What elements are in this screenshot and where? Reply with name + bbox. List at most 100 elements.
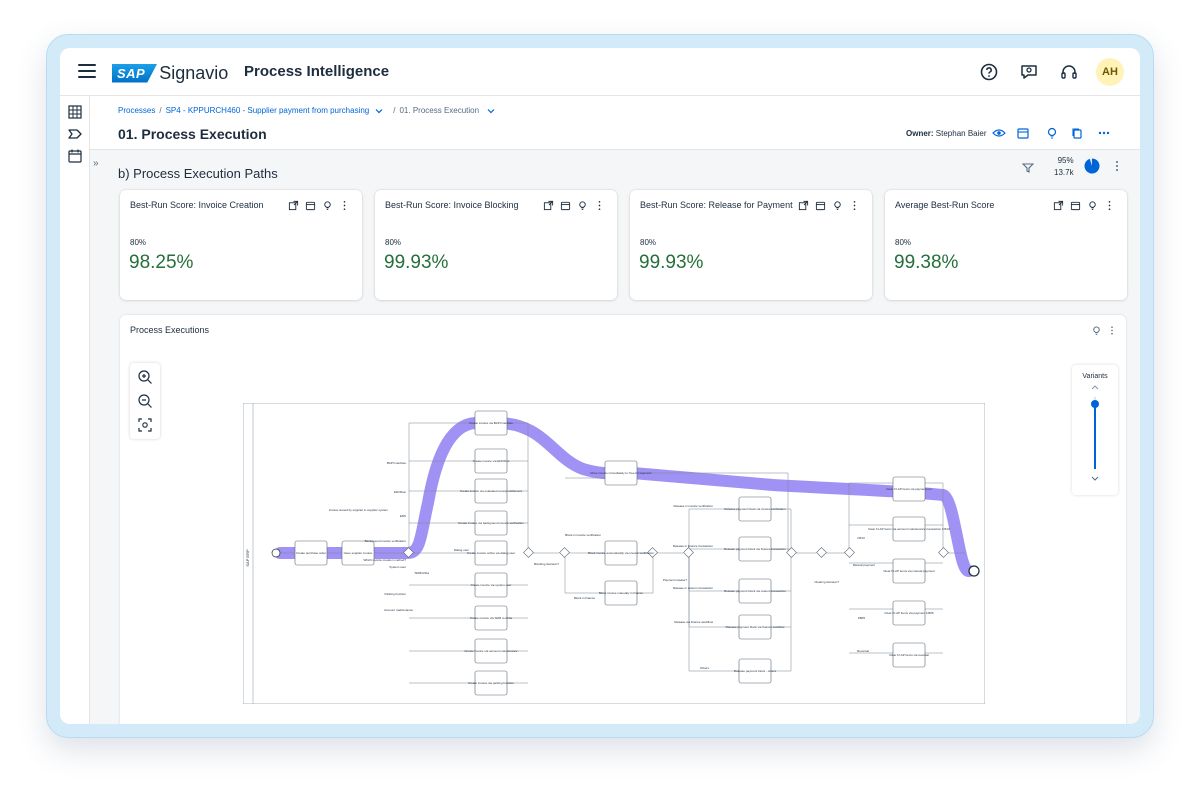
- lightbulb-icon[interactable]: [577, 200, 588, 211]
- share-icon[interactable]: [1053, 200, 1064, 211]
- edge-label: Clearing decision?: [814, 580, 839, 584]
- task-label: Clear FI-AP items via account maintenanc…: [868, 527, 950, 531]
- eye-icon[interactable]: [992, 126, 1006, 140]
- schedule-icon[interactable]: [815, 200, 826, 211]
- lightbulb-icon[interactable]: [1091, 325, 1102, 336]
- kpi-card-title: Best-Run Score: Invoice Creation: [130, 200, 264, 210]
- chevron-down-icon[interactable]: [1090, 475, 1100, 483]
- task-label: Create purchase order: [296, 551, 326, 555]
- task-label: Release payment block via finance transa…: [724, 547, 786, 551]
- breadcrumb-separator: /: [393, 106, 396, 115]
- lightbulb-icon[interactable]: [1087, 200, 1098, 211]
- kpi-card[interactable]: Best-Run Score: Invoice Creation 80% 98.…: [120, 190, 362, 300]
- edge-label: Background invoice verification: [365, 539, 407, 543]
- lightbulb-icon[interactable]: [1045, 126, 1059, 140]
- task-label: Release payment block via finance workfl…: [726, 625, 786, 629]
- edge-label: BAPI interface: [387, 461, 407, 465]
- owner-label: Owner:: [906, 129, 934, 138]
- vertical-more-icon[interactable]: [1112, 160, 1122, 172]
- kpi-card[interactable]: Best-Run Score: Release for Payment 80% …: [630, 190, 872, 300]
- brand-logo[interactable]: SAP Signavio: [112, 62, 228, 84]
- zoom-controls: [130, 363, 160, 439]
- task-label: Block invoice automatically via invoice …: [588, 551, 654, 555]
- app-title: Process Intelligence: [244, 63, 390, 80]
- menu-icon[interactable]: [78, 64, 96, 80]
- zoom-in-icon[interactable]: [137, 369, 153, 385]
- schedule-icon[interactable]: [305, 200, 316, 211]
- kpi-target: 80%: [385, 238, 402, 247]
- kpi-card-actions: [1053, 200, 1115, 211]
- task-label: Create invoice via evaluated receipt set…: [460, 489, 522, 493]
- process-icon[interactable]: [67, 126, 83, 142]
- chevron-down-icon[interactable]: [487, 107, 495, 115]
- vertical-more-icon[interactable]: [1108, 325, 1116, 336]
- filter-icon[interactable]: [1022, 162, 1034, 174]
- variants-slider-panel: Variants: [1072, 365, 1118, 495]
- feedback-icon[interactable]: [1019, 62, 1039, 82]
- process-diagram[interactable]: SAP ERP Create purchase order Issue supp…: [243, 403, 985, 704]
- kpi-card[interactable]: Average Best-Run Score 80% 99.38%: [885, 190, 1127, 300]
- more-icon[interactable]: [1097, 126, 1111, 140]
- edge-label: Release in invoice verification: [673, 504, 713, 508]
- schedule-icon[interactable]: [1070, 200, 1081, 211]
- edge-label: Block in finance: [574, 596, 595, 600]
- kpi-card-title: Best-Run Score: Release for Payment: [640, 200, 793, 210]
- vertical-more-icon[interactable]: [1104, 200, 1115, 211]
- shell-bar: SAP Signavio Process Intelligence AH: [60, 48, 1140, 96]
- variants-slider-handle[interactable]: [1091, 400, 1099, 409]
- task-label: Create invoice online via dialog user: [467, 551, 515, 555]
- grid-icon[interactable]: [67, 104, 83, 120]
- task-label: Release payment block via invoice verifi…: [724, 507, 786, 511]
- task-label: Create invoice via account maintenance: [464, 649, 518, 653]
- share-icon[interactable]: [288, 200, 299, 211]
- calendar-icon[interactable]: [67, 148, 83, 164]
- end-event[interactable]: [968, 565, 980, 577]
- edge-label: Block in invoice verification: [565, 533, 601, 537]
- variants-track[interactable]: [1091, 397, 1099, 469]
- chevron-down-icon[interactable]: [375, 107, 383, 115]
- variants-fill: [1094, 404, 1096, 469]
- share-icon[interactable]: [543, 200, 554, 211]
- edge-label: Release via finance workflow: [674, 620, 714, 624]
- task-label: Create invoice via BAPI interface: [469, 421, 513, 425]
- expand-icon[interactable]: »: [93, 158, 99, 169]
- start-event[interactable]: [271, 548, 281, 558]
- schedule-icon[interactable]: [560, 200, 571, 211]
- copy-icon[interactable]: [1070, 126, 1084, 140]
- headset-icon[interactable]: [1059, 62, 1079, 82]
- kpi-value: 99.38%: [894, 252, 959, 273]
- vertical-more-icon[interactable]: [849, 200, 860, 211]
- task-label: Issue supplier invoice: [344, 551, 373, 555]
- edge-label: Reversal: [857, 649, 869, 653]
- task-label: Create invoice via SRM to Ariba: [470, 616, 513, 620]
- kpi-card-actions: [543, 200, 605, 211]
- chevron-up-icon[interactable]: [1090, 383, 1100, 391]
- help-icon[interactable]: [979, 62, 999, 82]
- task-label: Move invoice immediately to 'free for pa…: [590, 471, 652, 475]
- lightbulb-icon[interactable]: [322, 200, 333, 211]
- schedule-icon[interactable]: [1016, 126, 1030, 140]
- breadcrumb-processes[interactable]: Processes: [118, 106, 155, 115]
- breadcrumb-process[interactable]: SP4 - KPPURCH460 - Supplier payment from…: [166, 106, 370, 115]
- avatar[interactable]: AH: [1096, 58, 1124, 86]
- kpi-target: 80%: [130, 238, 147, 247]
- edge-label: Release in finance transaction: [673, 544, 714, 548]
- task-label: Clear FI-AP items via payment run: [886, 487, 932, 491]
- share-icon[interactable]: [798, 200, 809, 211]
- edge-label: Payment release?: [663, 578, 688, 582]
- coverage-percent: 95%: [1057, 156, 1074, 165]
- zoom-out-icon[interactable]: [137, 393, 153, 409]
- kpi-card[interactable]: Best-Run Score: Invoice Blocking 80% 99.…: [375, 190, 617, 300]
- sap-logo-badge: SAP: [112, 63, 158, 83]
- breadcrumb-separator: /: [159, 106, 162, 115]
- vertical-more-icon[interactable]: [594, 200, 605, 211]
- lightbulb-icon[interactable]: [832, 200, 843, 211]
- fit-view-icon[interactable]: [137, 417, 153, 433]
- owner-info: Owner: Stephan Baier: [906, 129, 987, 138]
- task-label: Release payment block - others: [734, 669, 777, 673]
- task-label: Clear FI-AP items via payment F.B05: [884, 611, 933, 615]
- vertical-more-icon[interactable]: [339, 200, 350, 211]
- edge-label: Dialog user: [454, 548, 469, 552]
- breadcrumb-current: 01. Process Execution: [399, 106, 480, 115]
- edge-label: System user: [389, 565, 406, 569]
